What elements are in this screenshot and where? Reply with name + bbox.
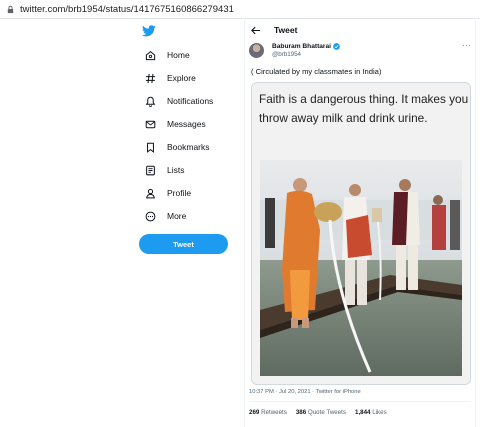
- sidebar-item-label: More: [167, 211, 187, 221]
- quotes-count: 386: [295, 409, 307, 416]
- tweet-image[interactable]: Faith is a dangerous thing. It makes you…: [251, 82, 471, 385]
- author-name[interactable]: Baburam Bhattarai: [272, 43, 340, 50]
- likes-label: Likes: [372, 409, 387, 416]
- sidebar-item-notifications[interactable]: Notifications: [144, 93, 213, 109]
- sidebar-item-more[interactable]: More: [144, 208, 186, 224]
- sidebar-nav: Home Explore Notifications Messages Book…: [138, 18, 248, 427]
- sidebar-item-bookmarks[interactable]: Bookmarks: [144, 139, 210, 155]
- person-icon: [144, 187, 156, 199]
- hashtag-icon: [144, 72, 156, 84]
- bookmark-icon: [144, 141, 156, 153]
- sidebar-item-lists[interactable]: Lists: [144, 162, 184, 178]
- image-caption-text: Faith is a dangerous thing. It makes you…: [259, 92, 469, 125]
- source-link[interactable]: Twitter for iPhone: [316, 389, 361, 395]
- author-handle[interactable]: @brb1954: [272, 51, 301, 58]
- compose-tweet-button[interactable]: Tweet: [139, 234, 228, 254]
- sidebar-item-messages[interactable]: Messages: [144, 116, 206, 132]
- quote-tweets-stat[interactable]: 386 Quote Tweets: [296, 409, 346, 416]
- site-info-icon[interactable]: [5, 4, 15, 14]
- list-icon: [144, 164, 156, 176]
- back-arrow-icon[interactable]: [251, 25, 261, 35]
- tweet-detail: Tweet Baburam Bhattarai @brb1954 ··· ( C…: [245, 18, 475, 427]
- verified-badge-icon: [333, 43, 340, 50]
- sidebar-item-explore[interactable]: Explore: [144, 70, 196, 86]
- bell-icon: [144, 95, 156, 107]
- page-title: Tweet: [274, 25, 298, 35]
- envelope-icon: [144, 118, 156, 130]
- divider: [249, 401, 471, 402]
- twitter-bird-icon[interactable]: [142, 24, 156, 37]
- quotes-label: Quote Tweets: [307, 409, 346, 416]
- more-options-icon[interactable]: ···: [462, 41, 472, 50]
- address-bar[interactable]: twitter.com/brb1954/status/1417675160866…: [0, 0, 480, 19]
- sidebar-item-label: Lists: [167, 165, 185, 175]
- ritual-photo: [260, 160, 462, 376]
- sidebar-item-label: Home: [167, 50, 190, 60]
- likes-count: 1,844: [355, 409, 371, 416]
- sidebar-item-profile[interactable]: Profile: [144, 185, 191, 201]
- avatar[interactable]: [249, 43, 264, 58]
- author-name-text: Baburam Bhattarai: [272, 43, 331, 50]
- tweet-timestamp: 10:37 PM · Jul 20, 2021 · Twitter for iP…: [249, 389, 361, 395]
- tweet-header: Tweet: [245, 18, 475, 42]
- likes-stat[interactable]: 1,844 Likes: [355, 409, 387, 416]
- sidebar-item-label: Notifications: [167, 96, 214, 106]
- url-text[interactable]: twitter.com/brb1954/status/1417675160866…: [20, 4, 234, 15]
- sidebar-item-label: Profile: [167, 188, 192, 198]
- sidebar-item-label: Bookmarks: [167, 142, 210, 152]
- sidebar-item-label: Explore: [167, 73, 196, 83]
- column-divider: [475, 18, 476, 427]
- more-circle-icon: [144, 210, 156, 222]
- tweet-text: ( Circulated by my classmates in India): [251, 67, 382, 76]
- home-icon: [144, 49, 156, 61]
- retweets-stat[interactable]: 269 Retweets: [249, 409, 287, 416]
- timestamp-link[interactable]: 10:37 PM · Jul 20, 2021: [249, 389, 311, 395]
- sidebar-item-label: Messages: [167, 119, 206, 129]
- retweets-count: 269: [249, 409, 260, 416]
- sidebar-item-home[interactable]: Home: [144, 47, 190, 63]
- retweets-label: Retweets: [261, 409, 287, 416]
- engagement-stats: 269 Retweets 386 Quote Tweets 1,844 Like…: [249, 409, 387, 416]
